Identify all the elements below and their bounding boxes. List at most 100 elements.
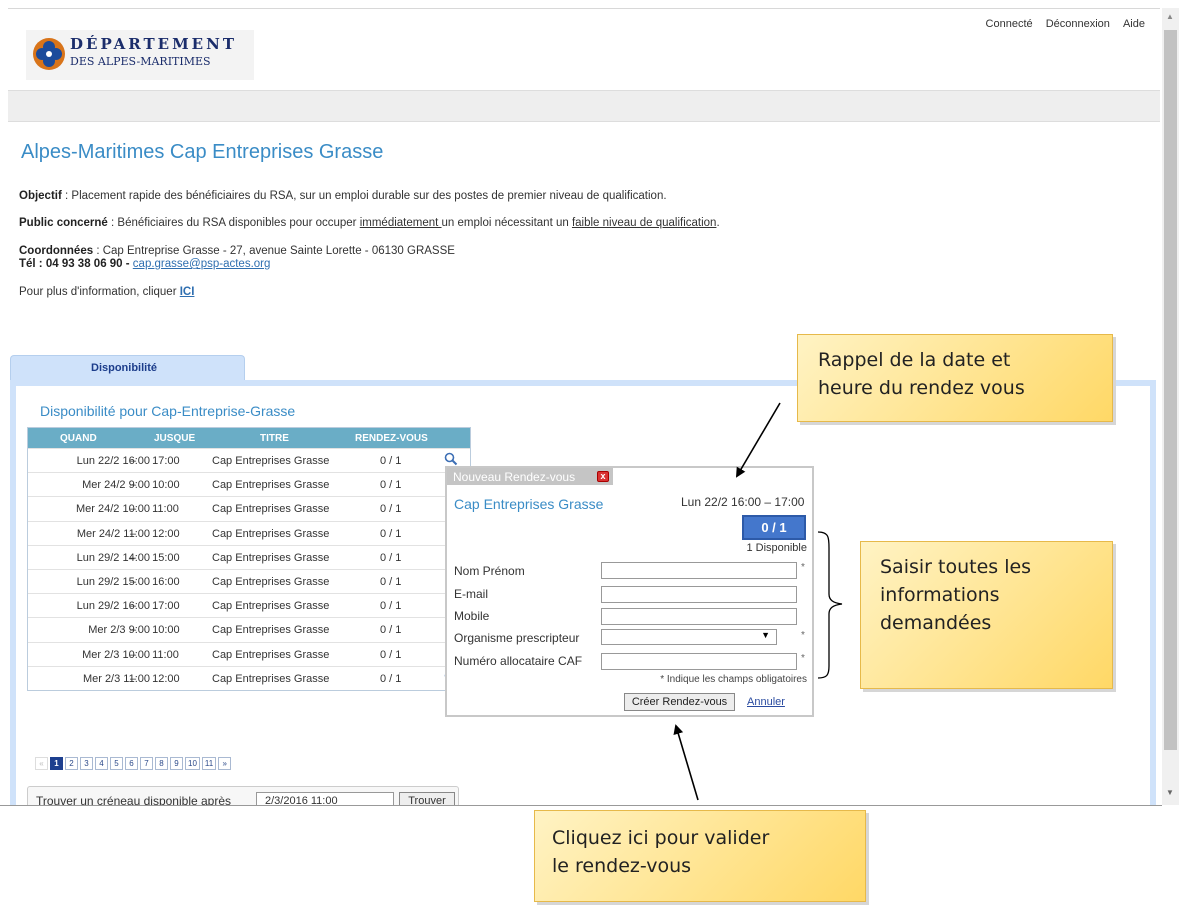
cell-titre: Cap Entreprises Grasse [212,648,330,661]
table-row[interactable]: Mer 2/3 11:00–12:00 Cap Entreprises Grass… [28,665,470,690]
cell-jusque: – 15:00 [130,552,180,564]
header-jusque[interactable]: JUSQUE [154,433,195,444]
page-2[interactable]: 2 [65,757,78,770]
top-nav: Connecté Déconnexion Aide [976,18,1145,30]
page-8[interactable]: 8 [155,757,168,770]
page-3[interactable]: 3 [80,757,93,770]
availability-title: Disponibilité pour Cap-Entreprise-Grasse [40,403,296,419]
availability-table: QUAND JUSQUE TITRE RENDEZ-VOUS Lun 22/2 … [27,427,471,691]
dialog-available: 1 Disponible [746,542,807,554]
table-row[interactable]: Lun 29/2 14:00–15:00 Cap Entreprises Gras… [28,544,470,569]
page-7[interactable]: 7 [140,757,153,770]
coord-paragraph: Coordonnées : Cap Entreprise Grasse - 27… [19,245,455,257]
coord-label: Coordonnées [19,245,94,257]
page-5[interactable]: 5 [110,757,123,770]
cell-titre: Cap Entreprises Grasse [212,503,330,516]
table-row[interactable]: Mer 24/2 9:00–10:00 Cap Entreprises Grass… [28,472,470,497]
page-9[interactable]: 9 [170,757,183,770]
scrollbar-thumb[interactable] [1164,30,1177,750]
logo[interactable]: DÉPARTEMENT DES ALPES-MARITIMES [26,30,254,80]
cell-titre: Cap Entreprises Grasse [212,624,330,637]
cell-rendez-vous: 0 / 1 [380,648,402,661]
dash: – [130,575,137,588]
callout-cliquez-text: Cliquez ici pour valider le rendez-vous [552,827,770,877]
public-text-2: un emploi nécessitant un [441,217,572,229]
tab-label: Disponibilité [91,362,157,374]
cell-titre: Cap Entreprises Grasse [212,575,330,588]
callout-rappel: Rappel de la date et heure du rendez vou… [797,334,1113,422]
create-appointment-button[interactable]: Créer Rendez-vous [624,693,735,711]
nav-aide[interactable]: Aide [1123,18,1145,30]
more-info-text: Pour plus d'information, cliquer [19,286,180,298]
nom-prenom-input[interactable] [601,562,797,579]
table-row[interactable]: Mer 24/2 11:00–12:00 Cap Entreprises Gras… [28,520,470,545]
header-rendez-vous[interactable]: RENDEZ-VOUS [355,433,428,444]
chevron-down-icon: ▼ [761,630,770,640]
cell-jusque: – 12:00 [130,673,180,685]
label-organisme: Organisme prescripteur [454,631,580,645]
scroll-down-icon[interactable]: ▼ [1166,788,1174,797]
finder-label: Trouver un créneau disponible après [36,794,232,805]
cell-titre: Cap Entreprises Grasse [212,527,330,540]
cell-jusque: – 10:00 [130,624,180,636]
tab-disponibilite[interactable]: Disponibilité [10,355,245,381]
public-underline-1: immédiatement [359,217,442,229]
pager-next[interactable]: » [218,757,232,770]
vertical-scrollbar[interactable]: ▲ ▼ [1162,8,1179,805]
nav-deconnexion[interactable]: Déconnexion [1046,18,1110,30]
cell-rendez-vous: 0 / 1 [380,672,402,685]
finder-button[interactable]: Trouver [399,792,455,805]
nav-connecte[interactable]: Connecté [986,18,1033,30]
cell-rendez-vous: 0 / 1 [380,503,402,516]
dialog-count-badge: 0 / 1 [742,515,806,540]
organisme-select[interactable]: ▼ [601,629,777,645]
table-row[interactable]: Lun 29/2 15:00–16:00 Cap Entreprises Gras… [28,568,470,594]
page-11[interactable]: 11 [201,757,217,770]
scroll-up-icon[interactable]: ▲ [1166,12,1174,21]
close-icon[interactable]: x [597,471,609,482]
pagination: «1 2 3 4 5 6 7 8 9 10 11» [35,757,233,771]
new-appointment-dialog: Nouveau Rendez-vous x Cap Entreprises Gr… [445,466,814,717]
required-mark-caf: * [801,653,805,664]
cell-jusque: – 17:00 [130,600,180,612]
page-6[interactable]: 6 [125,757,138,770]
cell-jusque: – 17:00 [130,455,180,467]
table-row[interactable]: Lun 22/2 16:00–17:00 Cap Entreprises Gras… [28,448,470,473]
jusque-time: 12:00 [152,672,180,685]
screenshot-bottom-edge [0,805,1162,806]
table-row[interactable]: Mer 24/2 10:00–11:00 Cap Entreprises Gras… [28,496,470,521]
table-row[interactable]: Mer 2/3 9:00–10:00 Cap Entreprises Grasse… [28,617,470,642]
label-nom: Nom Prénom [454,564,525,578]
dash: – [130,479,137,492]
jusque-time: 11:00 [152,648,179,661]
table-row[interactable]: Lun 29/2 16:00–17:00 Cap Entreprises Gras… [28,593,470,618]
email-link[interactable]: cap.grasse@psp-actes.org [133,258,271,270]
caf-number-input[interactable] [601,653,797,670]
tel-label: Tél : 04 93 38 06 90 - [19,258,133,270]
cell-jusque: – 11:00 [130,649,179,661]
header-quand[interactable]: QUAND [60,433,97,444]
cell-rendez-vous: 0 / 1 [380,479,402,492]
mobile-field[interactable] [601,608,797,625]
public-underline-2: faible niveau de qualification [571,217,717,229]
table-header: QUAND JUSQUE TITRE RENDEZ-VOUS [28,428,470,448]
cancel-link[interactable]: Annuler [747,696,785,708]
more-info-line: Pour plus d'information, cliquer ICI [19,286,194,298]
dash: – [130,672,137,685]
page-4[interactable]: 4 [95,757,108,770]
cell-jusque: – 16:00 [130,576,180,588]
logo-line2: DES ALPES-MARITIMES [70,55,211,68]
pager-prev[interactable]: « [35,757,48,770]
public-text-3: . [716,217,720,229]
email-field[interactable] [601,586,797,603]
page-1[interactable]: 1 [50,757,63,770]
page-10[interactable]: 10 [185,757,200,770]
ici-link[interactable]: ICI [180,286,195,298]
finder-date-input[interactable]: 2/3/2016 11:00 [256,792,394,805]
dialog-title: Nouveau Rendez-vous [453,470,576,484]
dialog-title-bar[interactable]: Nouveau Rendez-vous x [447,468,613,485]
dash: – [130,527,137,540]
label-caf: Numéro allocataire CAF [454,654,583,668]
header-titre[interactable]: TITRE [260,433,289,444]
table-row[interactable]: Mer 2/3 10:00–11:00 Cap Entreprises Grass… [28,641,470,666]
